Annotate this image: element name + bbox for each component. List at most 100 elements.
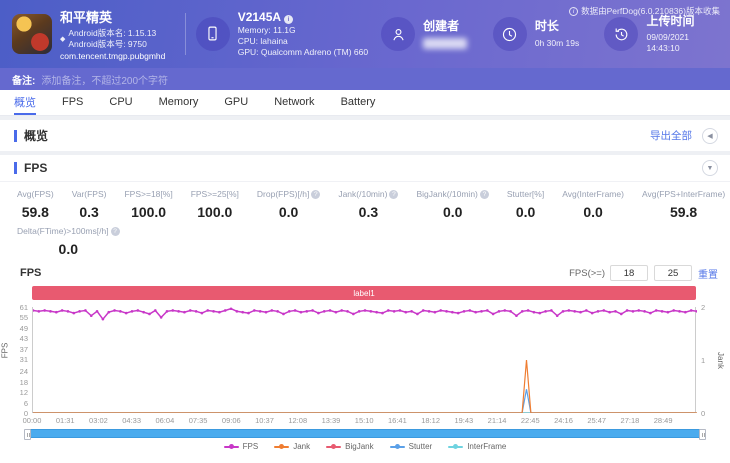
y-axis-tick-label: 24 bbox=[2, 367, 28, 376]
info-icon[interactable]: ? bbox=[389, 190, 398, 199]
app-package: com.tencent.tmgp.pubgmhd bbox=[60, 51, 165, 61]
legend-label: InterFrame bbox=[467, 442, 506, 451]
metric-stutter: Stutter[%] 0.0 bbox=[498, 189, 553, 220]
x-axis-tick-label: 21:14 bbox=[488, 416, 507, 425]
legend-marker bbox=[326, 446, 341, 448]
datazoom-handle-right[interactable] bbox=[699, 429, 706, 440]
datazoom-handle-left[interactable] bbox=[24, 429, 31, 440]
device-info-icon[interactable]: i bbox=[284, 15, 293, 24]
app-name: 和平精英 bbox=[60, 7, 165, 26]
tab-battery[interactable]: Battery bbox=[341, 90, 376, 115]
x-axis-tick-label: 28:49 bbox=[654, 416, 673, 425]
fps-chart-plot[interactable] bbox=[32, 307, 696, 413]
fps-threshold-label: FPS(>=) bbox=[569, 268, 605, 279]
tab-network[interactable]: Network bbox=[274, 90, 314, 115]
x-axis-tick-label: 01:31 bbox=[56, 416, 75, 425]
x-axis-tick-label: 12:08 bbox=[288, 416, 307, 425]
metric-fps-ge-25: FPS>=25[%] 100.0 bbox=[182, 189, 248, 220]
android-version-code: Android版本号: 9750 bbox=[68, 39, 156, 50]
section-accent-bar bbox=[14, 162, 17, 174]
report-header: i 数据由PerfDog(6.0.210836)版本收集 和平精英 ◆ Andr… bbox=[0, 0, 730, 68]
fps-chart[interactable] bbox=[33, 307, 697, 413]
duration-block: 时长 0h 30m 19s bbox=[493, 17, 605, 51]
tab-bar: 概览 FPS CPU Memory GPU Network Battery bbox=[0, 90, 730, 116]
device-cpu: CPU: lahaina bbox=[238, 36, 368, 47]
x-axis-tick-label: 13:39 bbox=[322, 416, 341, 425]
device-block: V2145A i Memory: 11.1G CPU: lahaina GPU:… bbox=[196, 10, 381, 59]
device-memory: Memory: 11.1G bbox=[238, 25, 368, 36]
app-icon bbox=[12, 14, 52, 54]
note-label: 备注: bbox=[12, 72, 35, 87]
tab-cpu[interactable]: CPU bbox=[109, 90, 132, 115]
fps-chart-title: FPS bbox=[20, 267, 569, 279]
x-axis-tick-label: 03:02 bbox=[89, 416, 108, 425]
legend-item-bigjank[interactable]: BigJank bbox=[326, 442, 373, 451]
metric-avg-interframe: Avg(InterFrame) 0.0 bbox=[553, 189, 633, 220]
tab-fps[interactable]: FPS bbox=[62, 90, 83, 115]
y-axis-tick-label: 55 bbox=[2, 313, 28, 322]
fps-chart-controls: FPS FPS(>=) 重置 bbox=[0, 257, 730, 281]
collect-info: i 数据由PerfDog(6.0.210836)版本收集 bbox=[569, 5, 720, 17]
y-axis-tick-label: 43 bbox=[2, 334, 28, 343]
note-bar[interactable]: 备注: 添加备注，不超过200个字符 bbox=[0, 68, 730, 90]
tab-memory[interactable]: Memory bbox=[159, 90, 199, 115]
y-axis-tick-label: 18 bbox=[2, 378, 28, 387]
export-all-link[interactable]: 导出全部 bbox=[650, 128, 692, 143]
note-input[interactable]: 添加备注，不超过200个字符 bbox=[41, 72, 168, 87]
user-icon bbox=[381, 17, 415, 51]
fps-card: FPS ▼ Avg(FPS) 59.8 Var(FPS) 0.3 FPS>=18… bbox=[0, 155, 730, 463]
right-axis-tick-label: 1 bbox=[701, 356, 705, 365]
y-axis-tick-label: 49 bbox=[2, 324, 28, 333]
android-version-name: Android版本名: 1.15.13 bbox=[68, 28, 156, 39]
x-axis-tick-label: 18:12 bbox=[421, 416, 440, 425]
fps-threshold-input-2[interactable] bbox=[654, 265, 692, 281]
metric-var-fps: Var(FPS) 0.3 bbox=[63, 189, 116, 220]
x-axis-tick-label: 27:18 bbox=[621, 416, 640, 425]
x-axis-tick-label: 06:04 bbox=[155, 416, 174, 425]
fps-metrics-row-2: Delta(FTime)>100ms[/h]? 0.0 bbox=[0, 220, 730, 257]
creator-value-redacted bbox=[423, 38, 467, 49]
x-axis-tick-label: 09:06 bbox=[222, 416, 241, 425]
info-icon[interactable]: ? bbox=[480, 190, 489, 199]
metric-fps-ge-18: FPS>=18[%] 100.0 bbox=[115, 189, 181, 220]
diamond-icon: ◆ bbox=[60, 35, 65, 43]
history-clock-icon bbox=[604, 17, 638, 51]
upload-block: 上传时间 09/09/2021 14:43:10 bbox=[604, 14, 718, 55]
info-icon[interactable]: ? bbox=[111, 227, 120, 236]
clock-icon bbox=[493, 17, 527, 51]
collect-info-text: 数据由PerfDog(6.0.210836)版本收集 bbox=[581, 5, 720, 17]
info-icon[interactable]: ? bbox=[311, 190, 320, 199]
collapse-section-button[interactable]: ▼ bbox=[702, 160, 718, 176]
legend-label: FPS bbox=[243, 442, 259, 451]
legend-item-fps[interactable]: FPS bbox=[224, 442, 259, 451]
chart-annotation-bar[interactable]: label1 bbox=[32, 286, 696, 300]
tab-gpu[interactable]: GPU bbox=[224, 90, 248, 115]
metric-avg-fps: Avg(FPS) 59.8 bbox=[8, 189, 63, 220]
x-axis-tick-label: 15:10 bbox=[355, 416, 374, 425]
legend-item-stutter[interactable]: Stutter bbox=[390, 442, 433, 451]
right-axis-tick-label: 0 bbox=[701, 409, 705, 418]
x-axis-tick-label: 00:00 bbox=[23, 416, 42, 425]
upload-value: 09/09/2021 14:43:10 bbox=[646, 32, 718, 54]
chart-legend: FPS Jank BigJank Stutter InterFrame bbox=[0, 442, 730, 451]
fps-section-title: FPS bbox=[24, 161, 47, 175]
creator-block: 创建者 bbox=[381, 17, 493, 51]
overview-card: 概览 导出全部 ◀ bbox=[0, 120, 730, 151]
collapse-left-button[interactable]: ◀ bbox=[702, 128, 718, 144]
metric-bigjank: BigJank(/10min)? 0.0 bbox=[407, 189, 497, 220]
legend-item-interframe[interactable]: InterFrame bbox=[448, 442, 506, 451]
tab-overview[interactable]: 概览 bbox=[14, 90, 36, 115]
fps-metrics-row: Avg(FPS) 59.8 Var(FPS) 0.3 FPS>=18[%] 10… bbox=[0, 182, 730, 220]
legend-item-jank[interactable]: Jank bbox=[274, 442, 310, 451]
fps-threshold-input-1[interactable] bbox=[610, 265, 648, 281]
right-axis-name: Jank bbox=[716, 352, 725, 369]
x-axis-tick-label: 24:16 bbox=[554, 416, 573, 425]
y-axis-tick-label: 6 bbox=[2, 399, 28, 408]
y-axis-tick-label: 31 bbox=[2, 355, 28, 364]
y-axis-tick-label: 37 bbox=[2, 345, 28, 354]
phone-icon bbox=[196, 17, 230, 51]
legend-marker bbox=[224, 446, 239, 448]
datazoom-slider[interactable] bbox=[24, 429, 706, 438]
x-axis-tick-label: 25:47 bbox=[587, 416, 606, 425]
reset-link[interactable]: 重置 bbox=[698, 266, 718, 281]
